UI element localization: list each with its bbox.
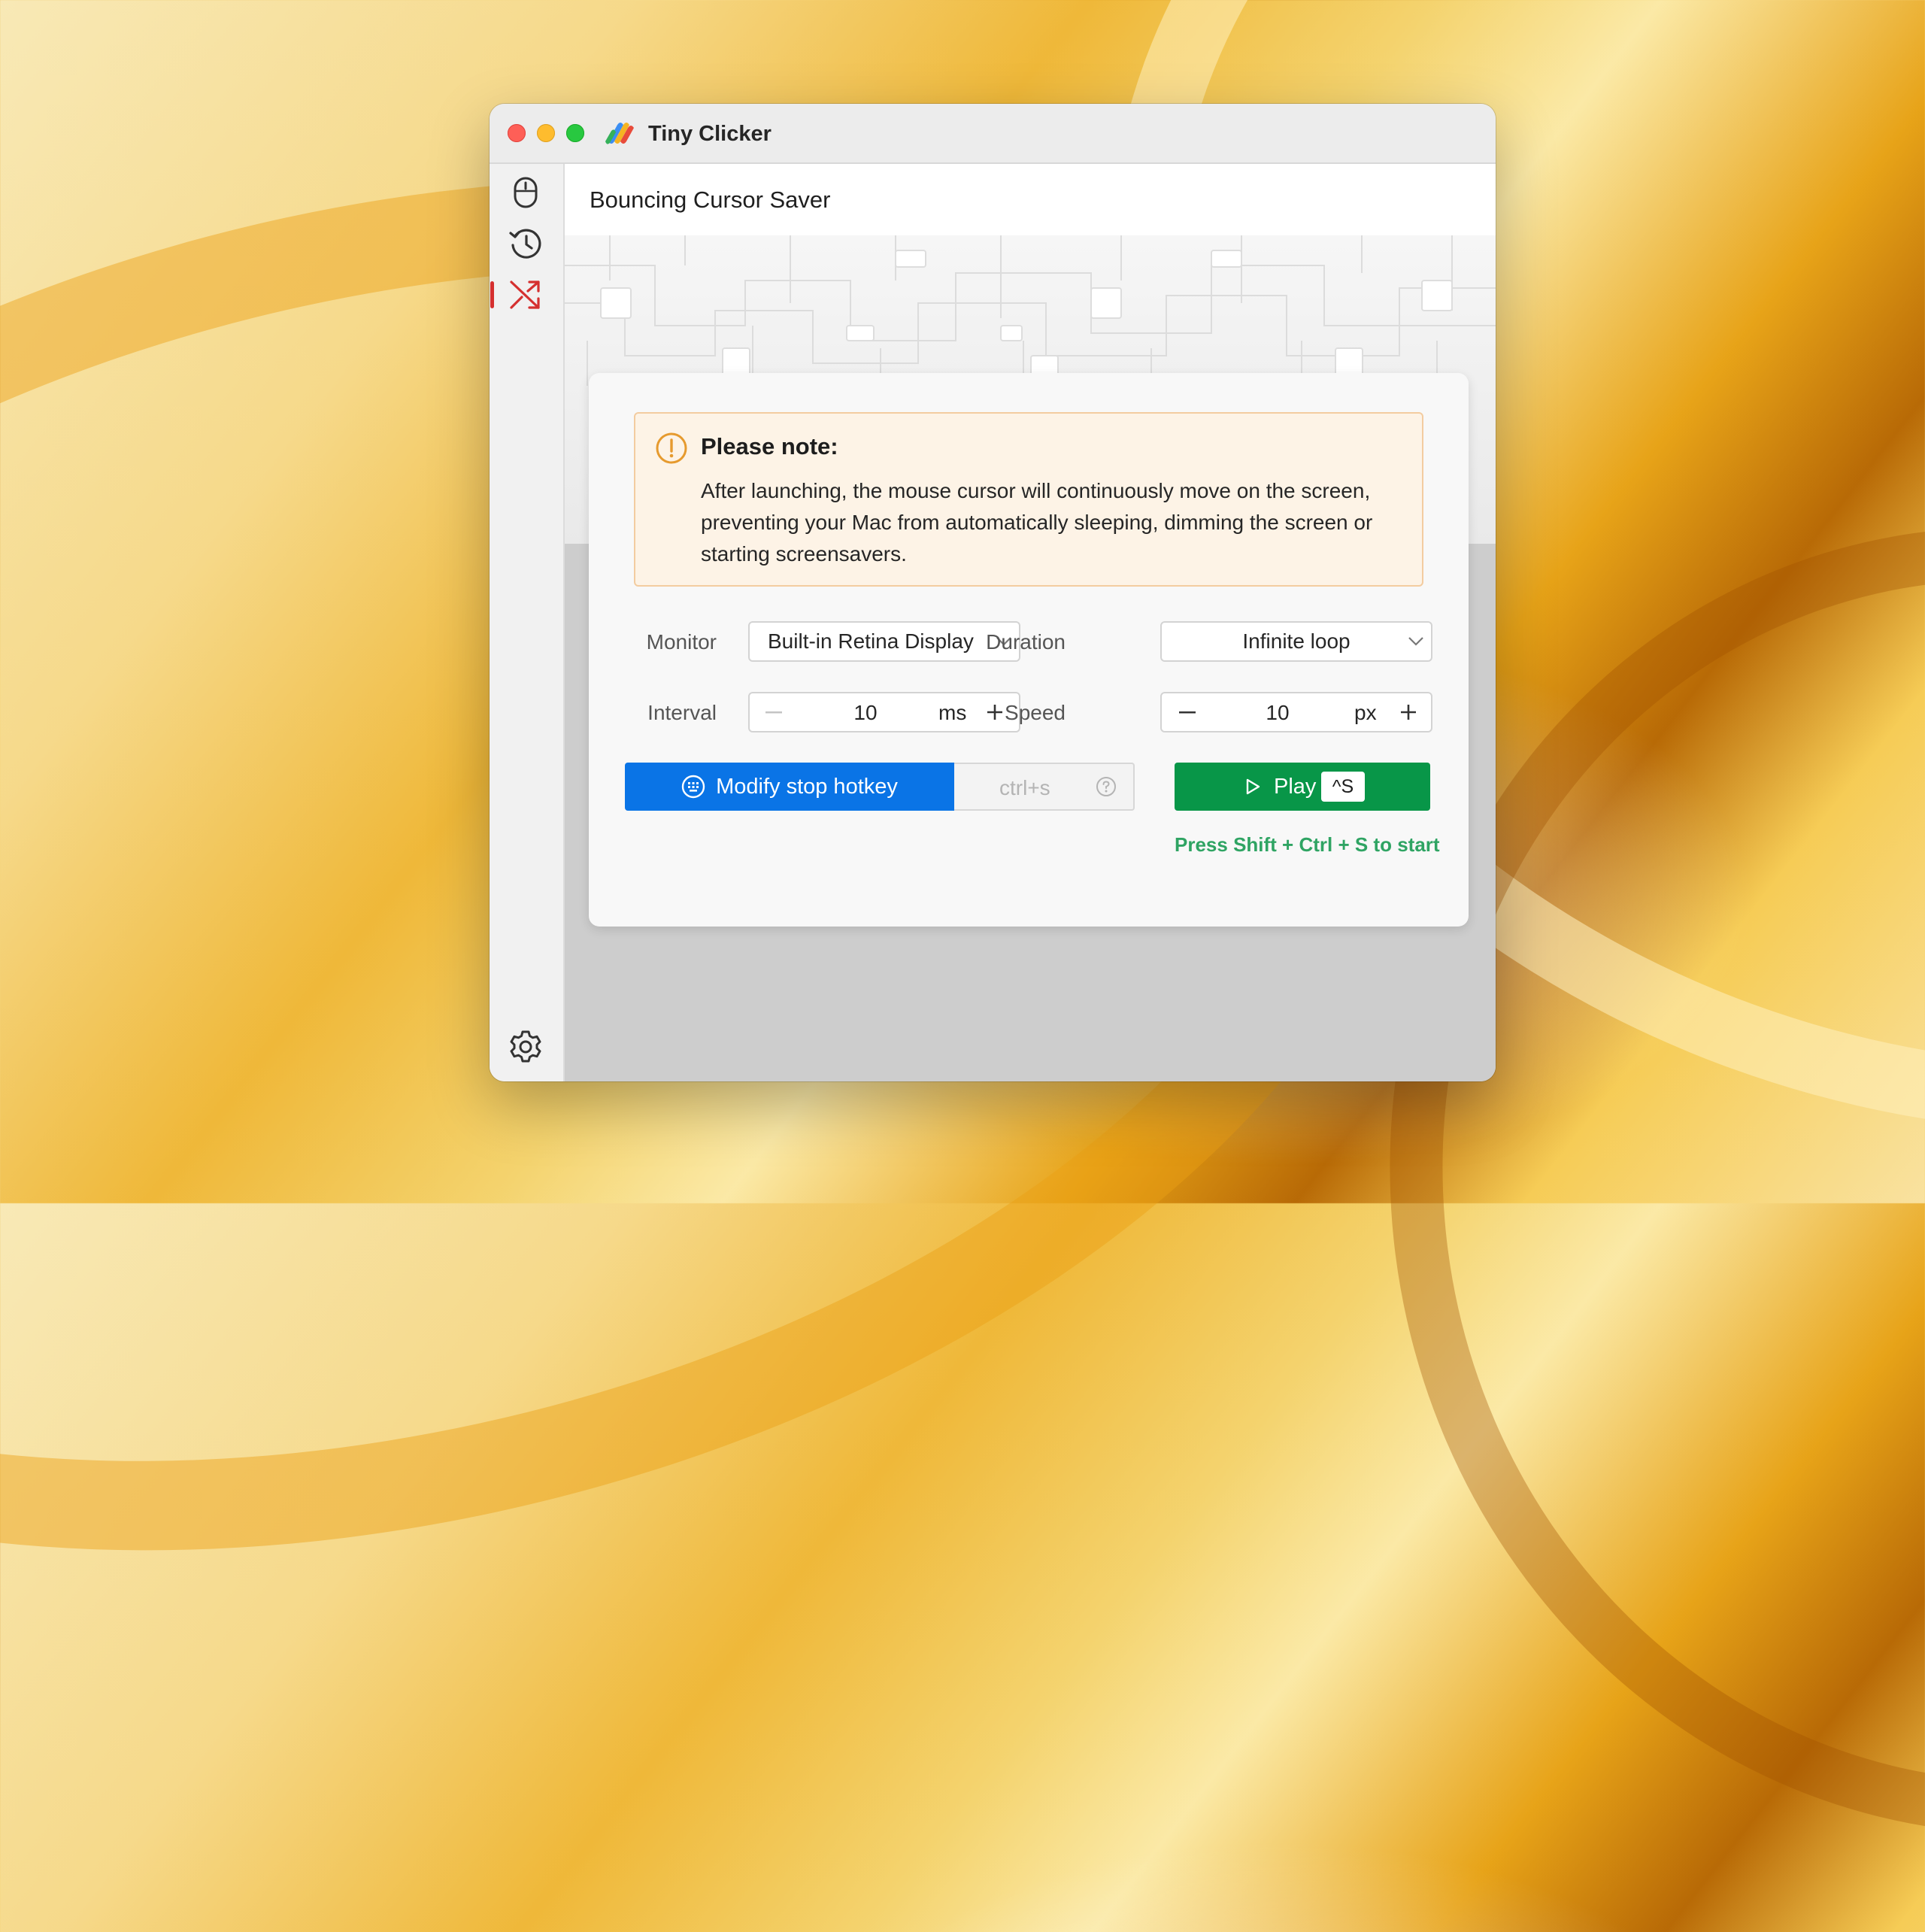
settings-button[interactable]	[506, 1027, 545, 1066]
settings-card: Please note: After launching, the mouse …	[589, 373, 1469, 927]
modify-stop-hotkey-button[interactable]: Modify stop hotkey	[625, 763, 954, 811]
sidebar-item-history[interactable]	[506, 224, 545, 263]
speed-label: Speed	[1005, 701, 1066, 724]
duration-select[interactable]: Infinite loop	[1160, 621, 1432, 662]
start-hint-text: Press Shift + Ctrl + S to start	[1175, 833, 1440, 856]
speed-value[interactable]: 10	[1247, 701, 1308, 725]
note-title: Please note:	[701, 433, 838, 459]
keyboard-icon	[681, 775, 705, 799]
monitor-label: Monitor	[646, 630, 717, 654]
warning-icon	[656, 432, 687, 464]
main-content: Bouncing Cursor Saver Please note: After…	[565, 164, 1496, 1081]
speed-decrement-button[interactable]	[1171, 693, 1204, 731]
interval-decrement-button[interactable]	[757, 693, 790, 731]
note-body: After launching, the mouse cursor will c…	[701, 479, 1373, 566]
interval-value[interactable]: 10	[835, 701, 896, 725]
stop-hotkey-value: ctrl+s	[999, 776, 1050, 799]
play-button[interactable]: Play ^S	[1175, 763, 1430, 811]
note-box: Please note: After launching, the mouse …	[634, 412, 1423, 587]
page-title: Bouncing Cursor Saver	[590, 187, 831, 213]
content-header: Bouncing Cursor Saver	[565, 164, 1496, 235]
zoom-window-button[interactable]	[566, 124, 584, 142]
chevron-down-icon	[1401, 636, 1431, 647]
speed-unit: px	[1354, 701, 1377, 724]
app-title: Tiny Clicker	[648, 122, 772, 146]
shuffle-icon	[510, 281, 540, 309]
title-bar: Tiny Clicker	[490, 104, 1496, 164]
minimize-window-button[interactable]	[537, 124, 555, 142]
history-icon	[509, 229, 541, 259]
play-shortcut-badge: ^S	[1321, 772, 1365, 802]
sidebar-item-mouse[interactable]	[506, 173, 545, 212]
play-label: Play	[1274, 775, 1317, 799]
speed-increment-button[interactable]	[1392, 693, 1425, 731]
play-icon	[1246, 778, 1260, 795]
duration-value: Infinite loop	[1242, 629, 1351, 653]
active-indicator	[490, 281, 494, 308]
help-icon[interactable]	[1096, 776, 1117, 797]
stop-hotkey-field[interactable]: ctrl+s	[954, 763, 1135, 811]
sidebar-item-cursor-saver[interactable]	[506, 275, 545, 314]
interval-label: Interval	[647, 701, 717, 724]
mouse-icon	[514, 177, 538, 208]
duration-label: Duration	[986, 630, 1066, 654]
modify-stop-hotkey-label: Modify stop hotkey	[716, 774, 898, 799]
close-window-button[interactable]	[508, 124, 526, 142]
app-window: Tiny Clicker Bouncing Cursor Saver Pleas…	[490, 104, 1496, 1081]
gear-icon	[510, 1030, 541, 1063]
speed-stepper[interactable]: 10 px	[1160, 692, 1432, 732]
app-logo-icon	[605, 123, 634, 144]
sidebar	[490, 164, 565, 1081]
